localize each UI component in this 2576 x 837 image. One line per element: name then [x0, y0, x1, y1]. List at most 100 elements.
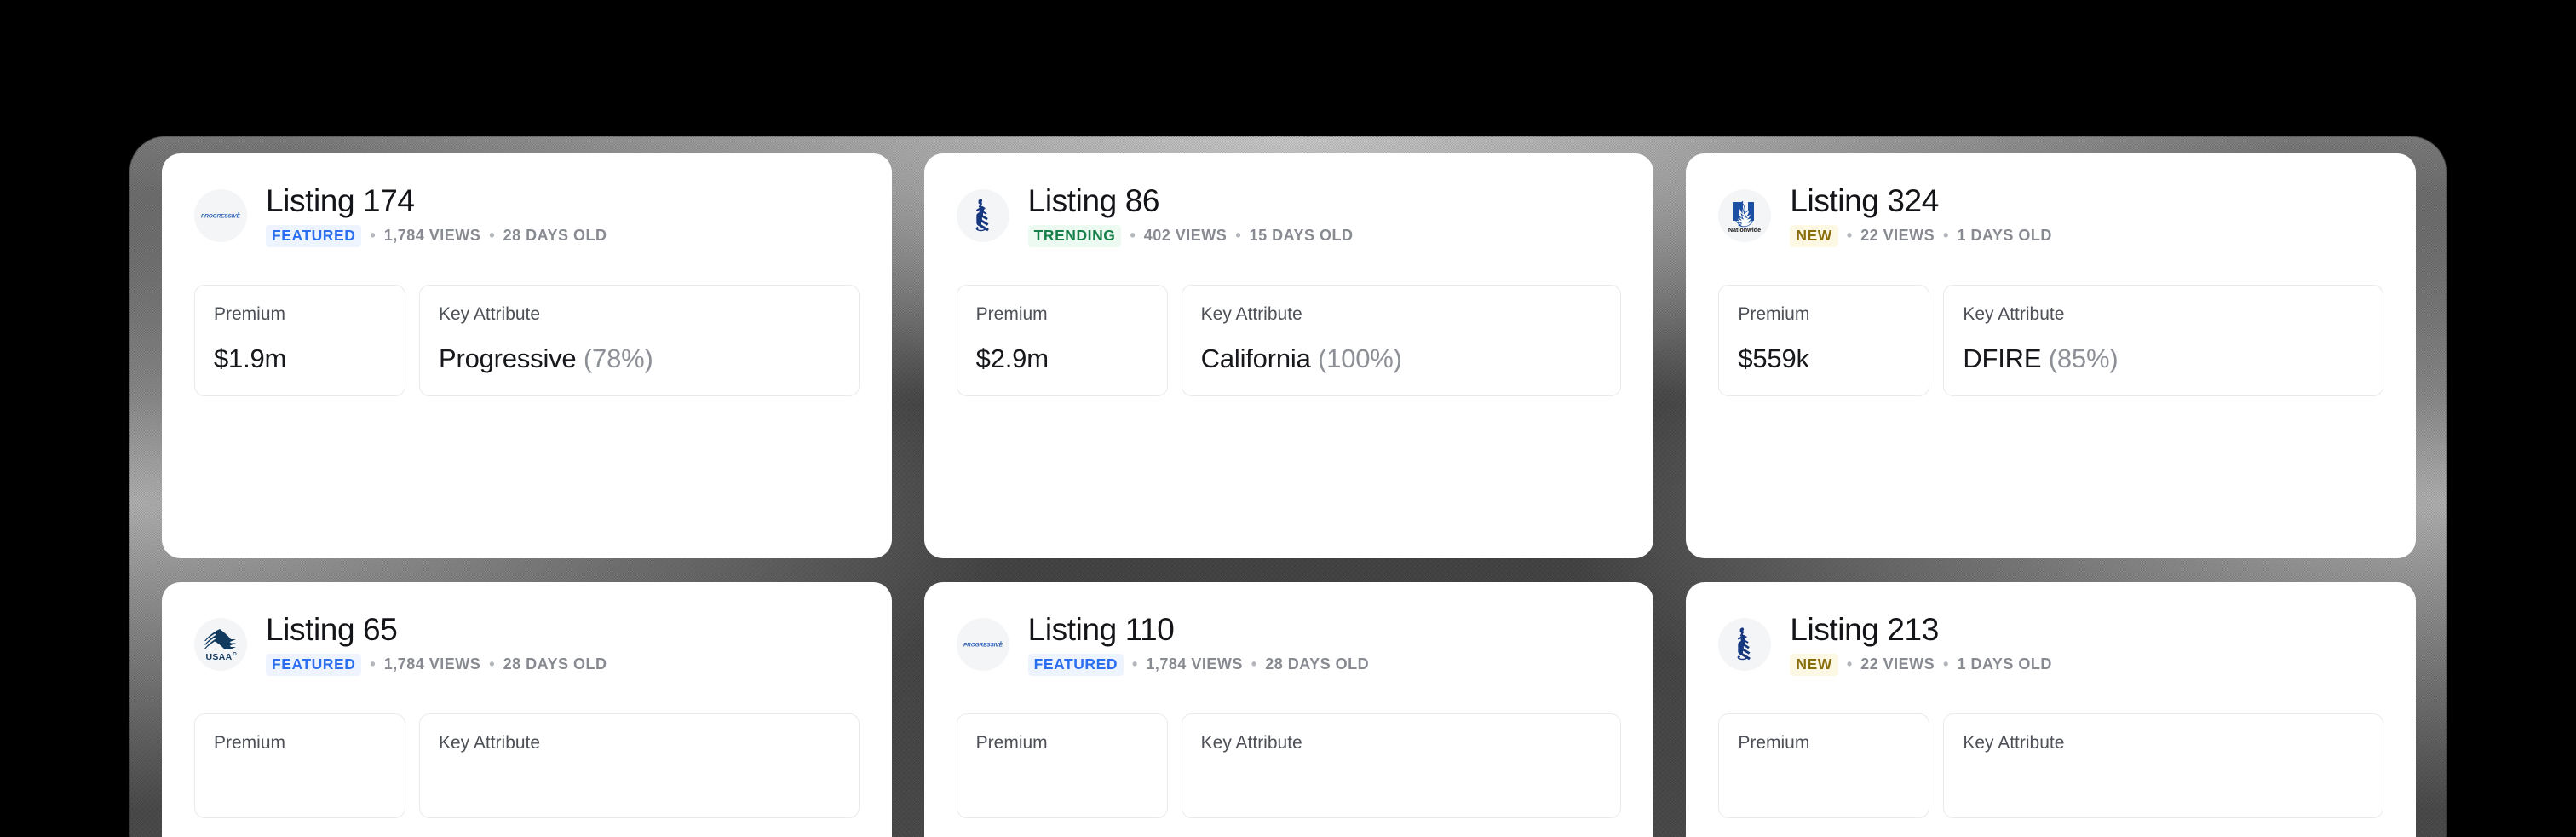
premium-value: $1.9m — [214, 343, 287, 374]
liberty-mutual-logo-icon — [1718, 617, 1772, 671]
listing-stats-row: Premium Key Attribute — [194, 713, 860, 818]
status-badge: FEATURED — [266, 653, 362, 676]
key-attribute-name: DFIRE — [1963, 343, 2042, 374]
meta-separator-dot: • — [489, 655, 495, 673]
meta-separator-dot: • — [370, 655, 376, 673]
premium-stat-box: Premium $1.9m — [194, 284, 405, 397]
svg-text:USAA: USAA — [206, 652, 233, 661]
listing-meta-row: FEATURED • 1,784 VIEWS • 28 DAYS OLD — [266, 224, 607, 247]
key-attribute-stat-box: Key Attribute DFIRE (85%) — [1943, 284, 2383, 397]
key-attribute-name: Progressive — [439, 343, 577, 374]
listing-stats-row: Premium $559k Key Attribute DFIRE (85%) — [1718, 284, 2383, 397]
key-attribute-stat-box: Key Attribute — [419, 713, 860, 818]
listing-stats-row: Premium Key Attribute — [956, 713, 1622, 818]
premium-stat-box: Premium — [194, 713, 405, 818]
listing-title: Listing 174 — [266, 183, 415, 218]
listing-stats-row: Premium $2.9m Key Attribute California (… — [956, 284, 1622, 397]
key-attribute-label: Key Attribute — [1963, 732, 2065, 753]
listing-card-header: Listing 86 TRENDING • 402 VIEWS • 15 DAY… — [956, 183, 1622, 247]
listing-title: Listing 324 — [1790, 183, 1939, 218]
listing-title: Listing 213 — [1790, 612, 1939, 647]
listing-age: 28 DAYS OLD — [1265, 655, 1370, 673]
listing-card[interactable]: USAA Listing 65 FEATURED • 1,784 VIEWS •… — [162, 582, 892, 837]
meta-separator-dot: • — [1943, 655, 1949, 673]
views-count: 22 VIEWS — [1860, 227, 1935, 245]
key-attribute-percent: (78%) — [583, 343, 653, 374]
listing-meta-row: NEW • 22 VIEWS • 1 DAYS OLD — [1790, 653, 2052, 676]
listing-card-headings: Listing 65 FEATURED • 1,784 VIEWS • 28 D… — [266, 613, 607, 676]
key-attribute-stat-box: Key Attribute — [1181, 713, 1622, 818]
listing-card-header: PROGRESSIVE Listing 174 FEATURED • 1,784… — [194, 184, 860, 247]
premium-label: Premium — [975, 303, 1048, 324]
premium-stat-box: Premium — [1718, 713, 1930, 818]
listing-card-header: USAA Listing 65 FEATURED • 1,784 VIEWS •… — [194, 613, 860, 676]
key-attribute-percent: (100%) — [1318, 343, 1402, 374]
listing-title: Listing 65 — [266, 612, 398, 647]
key-attribute-value: DFIRE (85%) — [1963, 343, 2364, 374]
key-attribute-label: Key Attribute — [439, 732, 541, 753]
views-count: 22 VIEWS — [1860, 655, 1935, 673]
key-attribute-stat-box: Key Attribute — [1943, 713, 2383, 818]
listing-age: 28 DAYS OLD — [503, 227, 607, 245]
svg-text:Nationwide: Nationwide — [1728, 226, 1761, 234]
premium-value: $559k — [1738, 343, 1809, 374]
nationwide-logo-icon: Nationwide — [1718, 188, 1772, 242]
premium-stat-box: Premium $559k — [1718, 284, 1930, 397]
listing-meta-row: FEATURED • 1,784 VIEWS • 28 DAYS OLD — [266, 653, 607, 676]
views-count: 402 VIEWS — [1143, 227, 1228, 245]
listing-card-headings: Listing 213 NEW • 22 VIEWS • 1 DAYS OLD — [1790, 613, 2052, 676]
listing-card[interactable]: PROGRESSIVE Listing 174 FEATURED • 1,784… — [162, 153, 892, 558]
listing-age: 15 DAYS OLD — [1249, 227, 1354, 245]
listing-card-header: PROGRESSIVE Listing 110 FEATURED • 1,784… — [956, 612, 1622, 676]
premium-label: Premium — [214, 732, 286, 753]
key-attribute-stat-box: Key Attribute Progressive (78%) — [419, 284, 860, 397]
listing-title: Listing 110 — [1027, 612, 1175, 647]
liberty-mutual-logo-icon — [956, 188, 1009, 242]
listing-card-headings: Listing 110 FEATURED • 1,784 VIEWS • 28 … — [1027, 612, 1370, 676]
listing-card[interactable]: PROGRESSIVE Listing 110 FEATURED • 1,784… — [923, 582, 1654, 837]
usaa-logo-icon: USAA — [194, 617, 247, 671]
status-badge: TRENDING — [1027, 224, 1122, 247]
meta-separator-dot: • — [1235, 227, 1241, 245]
key-attribute-value: California (100%) — [1201, 343, 1602, 374]
meta-separator-dot: • — [1132, 655, 1138, 673]
meta-separator-dot: • — [1251, 655, 1257, 673]
meta-separator-dot: • — [1846, 227, 1853, 245]
svg-text:PROGRESSIVE: PROGRESSIVE — [963, 642, 1003, 648]
listing-meta-row: NEW • 22 VIEWS • 1 DAYS OLD — [1790, 224, 2052, 247]
status-badge: NEW — [1790, 653, 1838, 676]
listing-card-headings: Listing 174 FEATURED • 1,784 VIEWS • 28 … — [266, 184, 607, 247]
views-count: 1,784 VIEWS — [383, 227, 481, 245]
listings-grid: PROGRESSIVE Listing 174 FEATURED • 1,784… — [162, 153, 2416, 837]
listing-age: 28 DAYS OLD — [503, 655, 607, 673]
key-attribute-label: Key Attribute — [1200, 732, 1302, 753]
key-attribute-label: Key Attribute — [1200, 303, 1302, 324]
meta-separator-dot: • — [1846, 655, 1853, 673]
key-attribute-name: California — [1200, 343, 1311, 374]
svg-text:PROGRESSIVE: PROGRESSIVE — [201, 213, 240, 219]
progressive-logo-icon: PROGRESSIVE — [956, 617, 1009, 671]
listing-title: Listing 86 — [1027, 183, 1160, 218]
listing-meta-row: TRENDING • 402 VIEWS • 15 DAYS OLD — [1027, 224, 1354, 247]
meta-separator-dot: • — [489, 227, 495, 245]
premium-label: Premium — [1738, 303, 1810, 324]
listing-card-headings: Listing 86 TRENDING • 402 VIEWS • 15 DAY… — [1027, 183, 1354, 247]
status-badge: NEW — [1790, 224, 1838, 247]
listing-card-header: Listing 213 NEW • 22 VIEWS • 1 DAYS OLD — [1718, 613, 2383, 676]
listing-card[interactable]: Listing 86 TRENDING • 402 VIEWS • 15 DAY… — [923, 153, 1654, 558]
listing-meta-row: FEATURED • 1,784 VIEWS • 28 DAYS OLD — [1027, 653, 1370, 676]
premium-label: Premium — [214, 303, 286, 324]
listing-age: 1 DAYS OLD — [1957, 227, 2052, 245]
listing-card[interactable]: Nationwide Listing 324 NEW • 22 VIEWS • … — [1686, 153, 2416, 558]
key-attribute-percent: (85%) — [2048, 343, 2119, 374]
listing-card[interactable]: Listing 213 NEW • 22 VIEWS • 1 DAYS OLD … — [1686, 582, 2416, 837]
premium-label: Premium — [975, 732, 1048, 753]
premium-value: $2.9m — [975, 343, 1049, 374]
premium-stat-box: Premium — [956, 713, 1168, 818]
key-attribute-stat-box: Key Attribute California (100%) — [1181, 284, 1622, 397]
views-count: 1,784 VIEWS — [383, 655, 481, 673]
premium-stat-box: Premium $2.9m — [956, 284, 1168, 397]
key-attribute-label: Key Attribute — [439, 303, 541, 324]
meta-separator-dot: • — [1943, 227, 1949, 245]
key-attribute-value: Progressive (78%) — [439, 343, 840, 374]
